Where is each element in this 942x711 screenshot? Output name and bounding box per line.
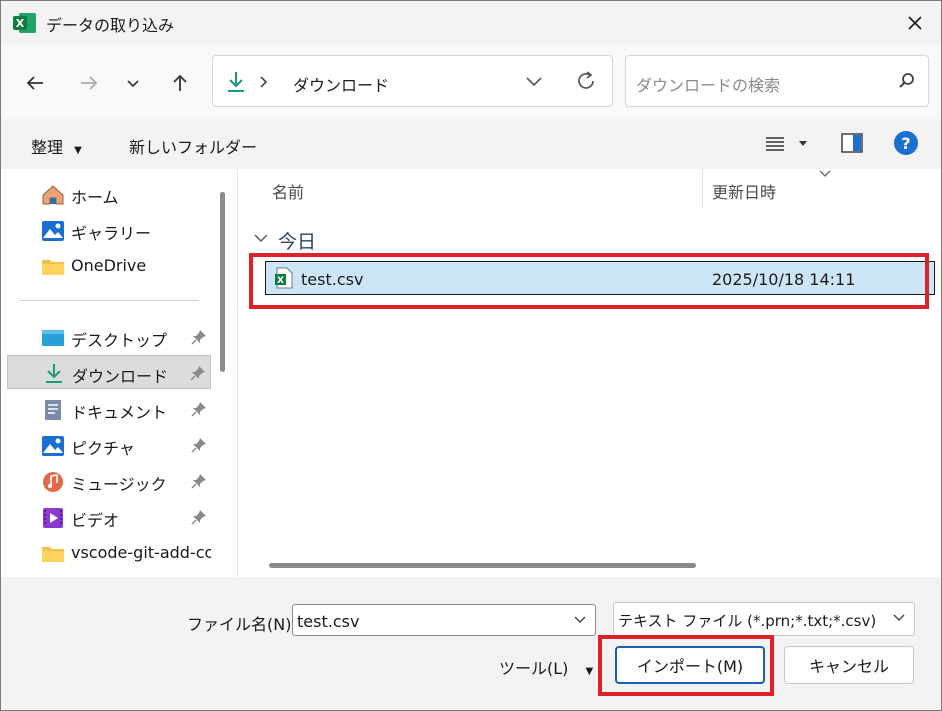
recent-locations-button[interactable] [117,67,149,99]
view-menu-icon[interactable] [765,136,785,152]
window-title: データの取り込み [46,16,175,35]
sidebar-item-desktop[interactable]: デスクトップ [7,320,211,354]
pin-icon[interactable] [191,473,207,489]
preview-pane-icon[interactable] [841,133,863,153]
navigation-pane: ホーム ギャラリー OneDrive デスクトップ ダウンロード ドキュメント … [1,169,237,577]
sidebar-item-downloads[interactable]: ダウンロード [7,355,211,389]
organize-label: 整理 [31,138,64,157]
sidebar-item-music[interactable]: ミュージック [7,464,211,498]
close-button[interactable] [889,1,941,45]
folder-icon [42,547,64,562]
pin-icon[interactable] [191,329,207,345]
sidebar-item-label: ミュージック [71,475,167,494]
pin-icon[interactable] [190,365,206,381]
chevron-down-icon [127,80,139,88]
dialog-footer: ファイル名(N): test.csv テキスト ファイル (*.prn;*.tx… [1,577,941,710]
sidebar-item-label: vscode-git-add-co [71,543,211,562]
pin-icon[interactable] [191,509,207,525]
sidebar-item-label: ビデオ [71,511,120,530]
sidebar-item-label: OneDrive [71,256,147,275]
search-box[interactable]: ダウンロードの検索 [625,55,929,107]
document-icon [45,400,61,420]
forward-button[interactable] [73,67,105,99]
column-divider[interactable] [702,169,703,209]
chevron-right-icon [260,76,268,88]
pin-icon[interactable] [191,437,207,453]
caret-down-icon: ▼ [585,666,594,677]
refresh-icon[interactable] [575,70,597,92]
sidebar-scrollbar[interactable] [220,192,225,372]
arrow-left-icon [26,76,43,90]
search-icon [899,73,914,88]
filename-input[interactable]: test.csv [292,604,596,636]
sidebar-item-label: ピクチャ [71,439,135,458]
sidebar-item-documents[interactable]: ドキュメント [7,392,211,426]
sidebar-item-home[interactable]: ホーム [7,177,211,211]
address-path: ダウンロード [293,76,390,95]
gallery-icon [42,221,64,241]
title-bar: X データの取り込み [1,1,941,45]
pin-icon[interactable] [191,401,207,417]
video-icon [43,508,63,528]
navigation-bar: ダウンロード ダウンロードの検索 [1,45,941,119]
close-icon [908,16,922,30]
file-list-pane: 名前 更新日時 今日 X test.csv 2025/10/18 14:11 [237,169,941,577]
folder-icon [42,260,64,275]
sidebar-item-label: ドキュメント [71,403,168,422]
back-button[interactable] [19,67,51,99]
group-header-today[interactable]: 今日 [278,227,316,254]
highlight-box-file-row [249,253,929,309]
sidebar-item-gallery[interactable]: ギャラリー [7,213,211,247]
organize-button[interactable]: 整理 ▼ [31,134,82,158]
svg-text:X: X [16,17,25,30]
picture-icon [42,436,64,456]
column-header-name[interactable]: 名前 [272,179,304,203]
column-header-modified[interactable]: 更新日時 [712,179,776,203]
filetype-select[interactable]: テキスト ファイル (*.prn;*.txt;*.csv) [613,602,915,636]
horizontal-scrollbar[interactable] [269,563,696,568]
arrow-up-icon [173,74,187,91]
excel-icon: X [13,13,36,33]
collapse-group-icon[interactable] [254,232,268,244]
filetype-value: テキスト ファイル (*.prn;*.txt;*.csv) [618,612,877,630]
download-icon [46,364,62,383]
sidebar-item-vscode-folder[interactable]: vscode-git-add-co [7,536,211,570]
desktop-icon [42,330,64,346]
address-bar[interactable]: ダウンロード [212,55,613,107]
filename-label: ファイル名(N): [187,615,297,634]
import-data-dialog: X データの取り込み ダウンロード ダウンロードの検索 整理 ▼ 新しいフォルダ… [0,0,942,711]
sidebar-item-label: ホーム [71,188,119,207]
tools-label: ツール(L) [499,659,569,678]
tools-button[interactable]: ツール(L) ▼ [499,655,593,679]
help-icon[interactable]: ? [893,130,919,156]
new-folder-button[interactable]: 新しいフォルダー [129,134,257,158]
sidebar-item-videos[interactable]: ビデオ [7,500,211,534]
highlight-box-import-button [598,635,774,696]
music-icon [43,472,63,492]
sidebar-divider [19,300,199,301]
download-icon [228,72,244,92]
sidebar-item-onedrive[interactable]: OneDrive [7,249,211,283]
caret-down-icon: ▼ [74,145,82,156]
chevron-down-icon[interactable] [573,615,587,625]
chevron-down-icon [893,614,905,621]
caret-down-icon[interactable] [798,140,808,148]
home-icon [42,185,64,205]
sidebar-item-label: ギャラリー [71,224,152,243]
sort-chevron-icon [819,170,831,177]
arrow-right-icon [81,76,98,90]
chevron-down-icon[interactable] [525,74,543,90]
svg-text:?: ? [901,134,910,153]
filename-value: test.csv [297,612,360,631]
search-placeholder: ダウンロードの検索 [636,76,781,95]
up-button[interactable] [164,67,196,99]
sidebar-item-pictures[interactable]: ピクチャ [7,428,211,462]
sidebar-item-label: デスクトップ [71,331,168,350]
cancel-button[interactable]: キャンセル [784,646,914,684]
command-toolbar: 整理 ▼ 新しいフォルダー ? [1,119,941,169]
